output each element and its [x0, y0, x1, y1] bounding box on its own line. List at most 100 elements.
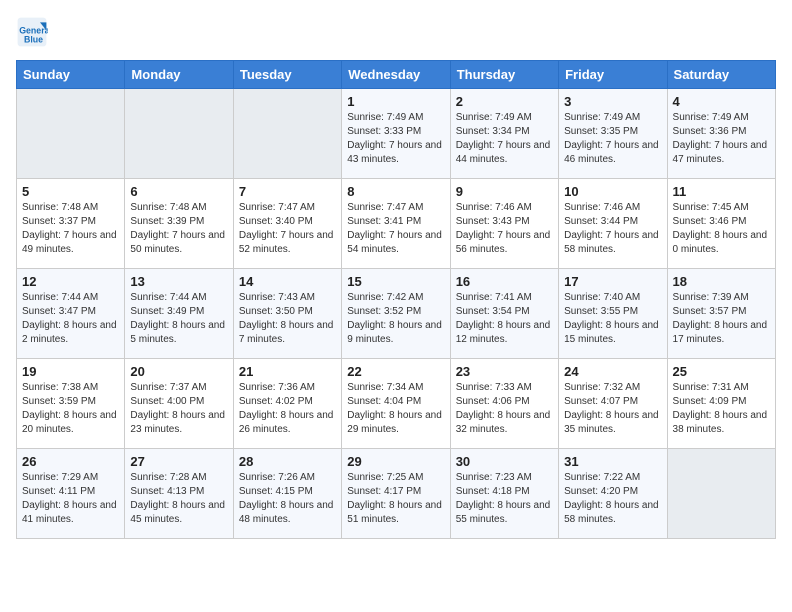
calendar-cell: 20 Sunrise: 7:37 AM Sunset: 4:00 PM Dayli…: [125, 359, 233, 449]
calendar-cell: 17Sunrise: 7:40 AM Sunset: 3:55 PM Dayli…: [559, 269, 667, 359]
day-number: 28: [239, 454, 336, 469]
calendar-week-2: 5 Sunrise: 7:48 AM Sunset: 3:37 PM Daylig…: [17, 179, 776, 269]
day-number: 10: [564, 184, 661, 199]
header-day-thursday: Thursday: [450, 61, 558, 89]
day-number: 16: [456, 274, 553, 289]
day-info: Sunrise: 7:47 AM Sunset: 3:41 PM Dayligh…: [347, 201, 444, 257]
calendar-cell: 28 Sunrise: 7:26 AM Sunset: 4:15 PM Dayli…: [233, 449, 341, 539]
day-info: Sunrise: 7:28 AM Sunset: 4:13 PM Dayligh…: [130, 471, 227, 527]
calendar-cell: 24 Sunrise: 7:32 AM Sunset: 4:07 PM Dayli…: [559, 359, 667, 449]
day-info: Sunrise: 7:49 AM Sunset: 3:36 PM Dayligh…: [673, 111, 770, 167]
header-day-friday: Friday: [559, 61, 667, 89]
calendar-cell: 14 Sunrise: 7:43 AM Sunset: 3:50 PM Dayli…: [233, 269, 341, 359]
calendar-cell: 9 Sunrise: 7:46 AM Sunset: 3:43 PM Daylig…: [450, 179, 558, 269]
calendar-cell: 22 Sunrise: 7:34 AM Sunset: 4:04 PM Dayli…: [342, 359, 450, 449]
day-number: 13: [130, 274, 227, 289]
day-number: 9: [456, 184, 553, 199]
calendar-cell: 29 Sunrise: 7:25 AM Sunset: 4:17 PM Dayli…: [342, 449, 450, 539]
day-number: 20: [130, 364, 227, 379]
calendar-cell: 26Sunrise: 7:29 AM Sunset: 4:11 PM Dayli…: [17, 449, 125, 539]
day-info: Sunrise: 7:46 AM Sunset: 3:43 PM Dayligh…: [456, 201, 553, 257]
day-info: Sunrise: 7:47 AM Sunset: 3:40 PM Dayligh…: [239, 201, 336, 257]
calendar-header: SundayMondayTuesdayWednesdayThursdayFrid…: [17, 61, 776, 89]
calendar-cell: 23 Sunrise: 7:33 AM Sunset: 4:06 PM Dayli…: [450, 359, 558, 449]
day-info: Sunrise: 7:49 AM Sunset: 3:33 PM Dayligh…: [347, 111, 444, 167]
day-number: 30: [456, 454, 553, 469]
calendar-cell: 8 Sunrise: 7:47 AM Sunset: 3:41 PM Daylig…: [342, 179, 450, 269]
calendar-cell: [667, 449, 775, 539]
calendar-cell: 15 Sunrise: 7:42 AM Sunset: 3:52 PM Dayli…: [342, 269, 450, 359]
calendar-cell: 21 Sunrise: 7:36 AM Sunset: 4:02 PM Dayli…: [233, 359, 341, 449]
calendar-cell: 1 Sunrise: 7:49 AM Sunset: 3:33 PM Daylig…: [342, 89, 450, 179]
calendar-cell: 16 Sunrise: 7:41 AM Sunset: 3:54 PM Dayli…: [450, 269, 558, 359]
day-number: 22: [347, 364, 444, 379]
day-info: Sunrise: 7:40 AM Sunset: 3:55 PM Dayligh…: [564, 291, 661, 347]
day-number: 12: [22, 274, 119, 289]
day-info: Sunrise: 7:29 AM Sunset: 4:11 PM Dayligh…: [22, 471, 119, 527]
header-day-wednesday: Wednesday: [342, 61, 450, 89]
day-info: Sunrise: 7:43 AM Sunset: 3:50 PM Dayligh…: [239, 291, 336, 347]
header-day-monday: Monday: [125, 61, 233, 89]
day-info: Sunrise: 7:26 AM Sunset: 4:15 PM Dayligh…: [239, 471, 336, 527]
day-info: Sunrise: 7:31 AM Sunset: 4:09 PM Dayligh…: [673, 381, 770, 437]
day-info: Sunrise: 7:38 AM Sunset: 3:59 PM Dayligh…: [22, 381, 119, 437]
day-number: 6: [130, 184, 227, 199]
day-info: Sunrise: 7:48 AM Sunset: 3:37 PM Dayligh…: [22, 201, 119, 257]
calendar-week-3: 12 Sunrise: 7:44 AM Sunset: 3:47 PM Dayli…: [17, 269, 776, 359]
calendar-body: 1 Sunrise: 7:49 AM Sunset: 3:33 PM Daylig…: [17, 89, 776, 539]
day-number: 1: [347, 94, 444, 109]
day-info: Sunrise: 7:33 AM Sunset: 4:06 PM Dayligh…: [456, 381, 553, 437]
day-number: 7: [239, 184, 336, 199]
day-info: Sunrise: 7:37 AM Sunset: 4:00 PM Dayligh…: [130, 381, 227, 437]
day-info: Sunrise: 7:41 AM Sunset: 3:54 PM Dayligh…: [456, 291, 553, 347]
header-day-tuesday: Tuesday: [233, 61, 341, 89]
day-number: 23: [456, 364, 553, 379]
day-number: 24: [564, 364, 661, 379]
day-number: 11: [673, 184, 770, 199]
day-number: 29: [347, 454, 444, 469]
calendar-cell: 10 Sunrise: 7:46 AM Sunset: 3:44 PM Dayli…: [559, 179, 667, 269]
day-info: Sunrise: 7:44 AM Sunset: 3:49 PM Dayligh…: [130, 291, 227, 347]
calendar-week-1: 1 Sunrise: 7:49 AM Sunset: 3:33 PM Daylig…: [17, 89, 776, 179]
calendar-table: SundayMondayTuesdayWednesdayThursdayFrid…: [16, 60, 776, 539]
day-number: 15: [347, 274, 444, 289]
day-info: Sunrise: 7:46 AM Sunset: 3:44 PM Dayligh…: [564, 201, 661, 257]
day-number: 8: [347, 184, 444, 199]
calendar-cell: 31 Sunrise: 7:22 AM Sunset: 4:20 PM Dayli…: [559, 449, 667, 539]
calendar-cell: 25 Sunrise: 7:31 AM Sunset: 4:09 PM Dayli…: [667, 359, 775, 449]
day-info: Sunrise: 7:49 AM Sunset: 3:34 PM Dayligh…: [456, 111, 553, 167]
calendar-cell: 27Sunrise: 7:28 AM Sunset: 4:13 PM Dayli…: [125, 449, 233, 539]
day-number: 3: [564, 94, 661, 109]
header-row: SundayMondayTuesdayWednesdayThursdayFrid…: [17, 61, 776, 89]
day-number: 4: [673, 94, 770, 109]
calendar-cell: 30 Sunrise: 7:23 AM Sunset: 4:18 PM Dayli…: [450, 449, 558, 539]
day-info: Sunrise: 7:49 AM Sunset: 3:35 PM Dayligh…: [564, 111, 661, 167]
day-info: Sunrise: 7:25 AM Sunset: 4:17 PM Dayligh…: [347, 471, 444, 527]
header-day-saturday: Saturday: [667, 61, 775, 89]
header-day-sunday: Sunday: [17, 61, 125, 89]
day-info: Sunrise: 7:48 AM Sunset: 3:39 PM Dayligh…: [130, 201, 227, 257]
day-number: 21: [239, 364, 336, 379]
calendar-cell: [233, 89, 341, 179]
calendar-week-5: 26Sunrise: 7:29 AM Sunset: 4:11 PM Dayli…: [17, 449, 776, 539]
day-info: Sunrise: 7:22 AM Sunset: 4:20 PM Dayligh…: [564, 471, 661, 527]
calendar-cell: 18Sunrise: 7:39 AM Sunset: 3:57 PM Dayli…: [667, 269, 775, 359]
calendar-cell: 2Sunrise: 7:49 AM Sunset: 3:34 PM Daylig…: [450, 89, 558, 179]
day-number: 25: [673, 364, 770, 379]
logo-icon: General Blue: [16, 16, 48, 48]
day-info: Sunrise: 7:32 AM Sunset: 4:07 PM Dayligh…: [564, 381, 661, 437]
day-info: Sunrise: 7:23 AM Sunset: 4:18 PM Dayligh…: [456, 471, 553, 527]
calendar-cell: [125, 89, 233, 179]
day-info: Sunrise: 7:34 AM Sunset: 4:04 PM Dayligh…: [347, 381, 444, 437]
calendar-cell: 7 Sunrise: 7:47 AM Sunset: 3:40 PM Daylig…: [233, 179, 341, 269]
day-number: 19: [22, 364, 119, 379]
day-info: Sunrise: 7:44 AM Sunset: 3:47 PM Dayligh…: [22, 291, 119, 347]
day-number: 31: [564, 454, 661, 469]
day-info: Sunrise: 7:36 AM Sunset: 4:02 PM Dayligh…: [239, 381, 336, 437]
day-info: Sunrise: 7:45 AM Sunset: 3:46 PM Dayligh…: [673, 201, 770, 257]
day-info: Sunrise: 7:42 AM Sunset: 3:52 PM Dayligh…: [347, 291, 444, 347]
day-number: 14: [239, 274, 336, 289]
day-number: 5: [22, 184, 119, 199]
calendar-cell: [17, 89, 125, 179]
calendar-cell: 6 Sunrise: 7:48 AM Sunset: 3:39 PM Daylig…: [125, 179, 233, 269]
